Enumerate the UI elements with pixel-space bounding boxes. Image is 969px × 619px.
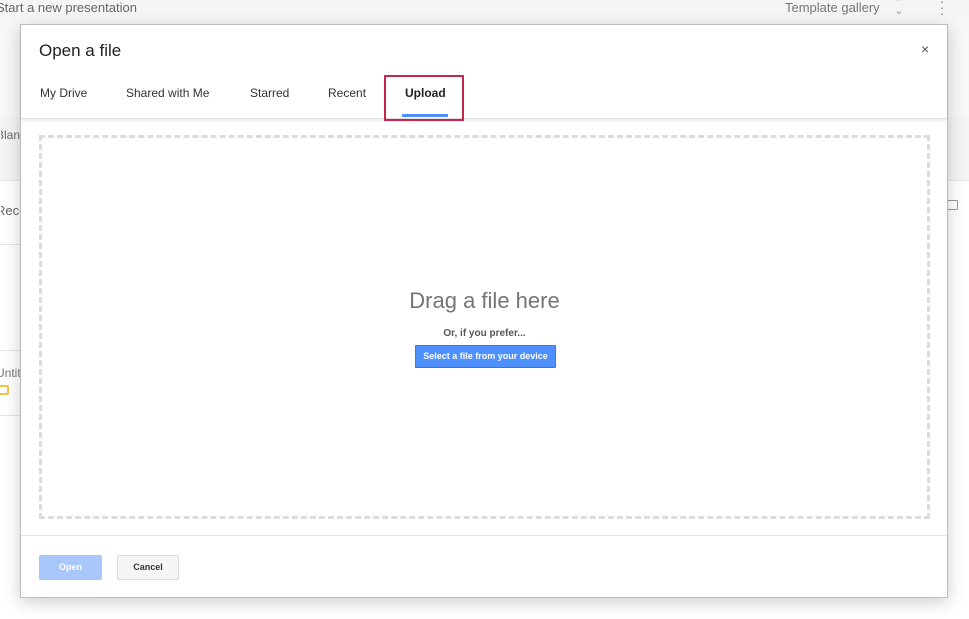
background-divider bbox=[0, 244, 20, 245]
background-divider bbox=[0, 415, 20, 416]
unfold-arrows-icon[interactable]: ⌃ ⌄ bbox=[894, 0, 904, 17]
upload-dropzone[interactable]: Drag a file here Or, if you prefer... Se… bbox=[39, 135, 930, 519]
close-icon[interactable]: × bbox=[921, 41, 929, 57]
prefer-text: Or, if you prefer... bbox=[443, 328, 526, 339]
tab-shared-with-me[interactable]: Shared with Me bbox=[126, 85, 209, 101]
background-header-title: Start a new presentation bbox=[0, 0, 137, 15]
cancel-button[interactable]: Cancel bbox=[117, 555, 179, 580]
dialog-header: Open a file × My Drive Shared with Me St… bbox=[21, 25, 947, 121]
background-divider bbox=[0, 350, 20, 351]
drag-file-text: Drag a file here bbox=[409, 288, 560, 313]
dialog-title: Open a file bbox=[39, 41, 122, 60]
background-header: Start a new presentation Template galler… bbox=[0, 0, 969, 20]
tab-starred[interactable]: Starred bbox=[250, 85, 289, 101]
tab-highlight-box bbox=[384, 75, 464, 121]
template-gallery-button[interactable]: Template gallery bbox=[785, 0, 880, 16]
tab-my-drive[interactable]: My Drive bbox=[40, 85, 87, 101]
open-button[interactable]: Open bbox=[39, 555, 102, 580]
tab-recent[interactable]: Recent bbox=[328, 85, 366, 101]
more-vert-icon[interactable]: · · · bbox=[938, 0, 946, 20]
footer-divider bbox=[21, 535, 947, 536]
open-file-dialog: Open a file × My Drive Shared with Me St… bbox=[20, 24, 948, 598]
select-file-button[interactable]: Select a file from your device bbox=[415, 345, 556, 368]
slides-file-icon bbox=[0, 385, 9, 395]
